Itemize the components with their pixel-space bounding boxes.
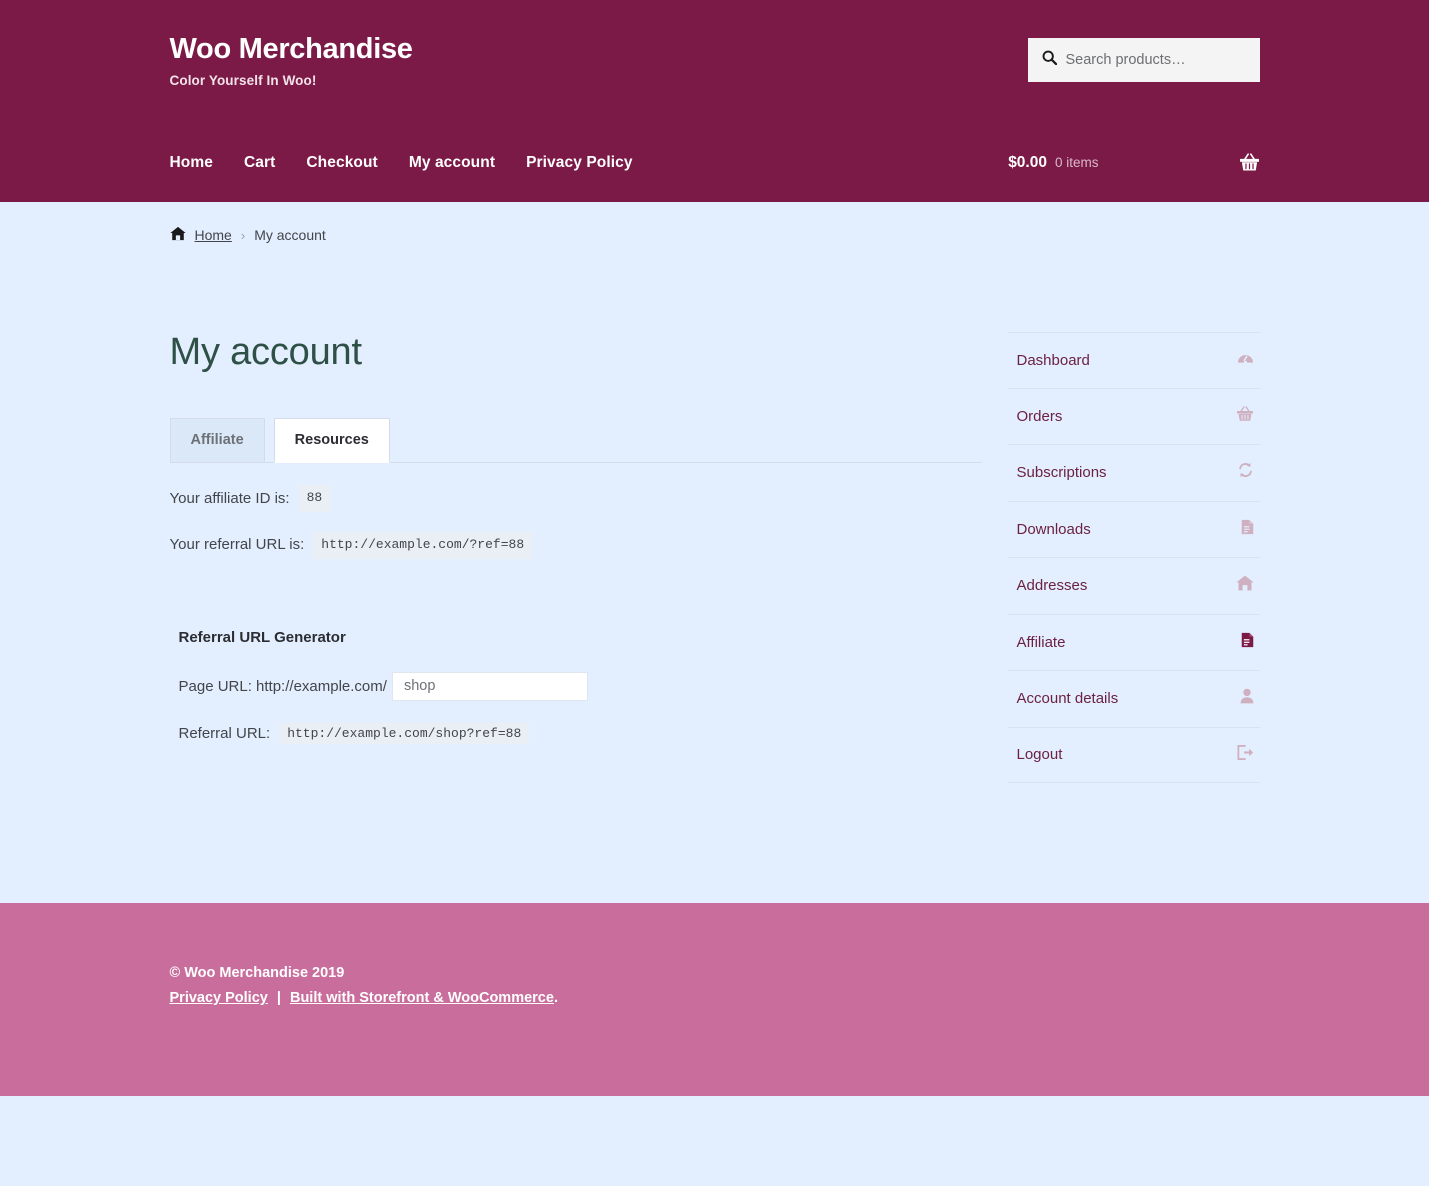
sidebar-item-label: Addresses [1016,577,1088,594]
sidebar-item-label: Logout [1016,746,1063,763]
sidebar-item-label: Affiliate [1016,633,1066,651]
footer-separator: | [276,990,281,1006]
breadcrumb-separator: › [240,227,246,243]
referral-url-row: Your referral URL is: http://example.com… [169,531,982,559]
search-input[interactable] [1065,52,1246,68]
site-description: Color Yourself In Woo! [169,72,317,88]
refresh-icon [1237,462,1254,484]
breadcrumb-current: My account [254,227,326,243]
sidebar-item-account-details[interactable]: Account details [1007,671,1260,728]
affiliate-id-row: Your affiliate ID is: 88 [170,485,982,512]
sidebar-item-label: Orders [1016,407,1063,425]
account-main-column: My account Affiliate Resources Your affi… [169,331,982,766]
sidebar-item-label: Downloads [1016,520,1091,538]
affiliate-id-value: 88 [298,485,331,512]
account-navigation: Dashboard Orders Subscriptions Downloads… [1007,332,1260,783]
site-header: Woo Merchandise Color Yourself In Woo! H… [0,0,1429,202]
sidebar-item-addresses[interactable]: Addresses [1007,558,1260,615]
sidebar-item-downloads[interactable]: Downloads [1007,502,1260,558]
referral-url-label: Your referral URL is: [169,536,305,554]
tab-resources[interactable]: Resources [273,417,390,464]
dashboard-icon [1237,350,1254,371]
sidebar-item-label: Subscriptions [1016,464,1107,481]
site-branding: Woo Merchandise Color Yourself In Woo! [169,33,413,88]
basket-icon [1236,405,1254,428]
sidebar-item-affiliate[interactable]: Affiliate [1007,615,1260,671]
product-search-form[interactable] [1027,38,1260,82]
file-text-icon [1241,632,1254,654]
sidebar-item-orders[interactable]: Orders [1007,389,1260,445]
content-area: Home › My account My account Affiliate R… [0,202,1429,903]
account-sidebar: Dashboard Orders Subscriptions Downloads… [1007,332,1260,783]
footer-links: Privacy Policy | Built with Storefront &… [170,990,1260,1006]
tab-affiliate[interactable]: Affiliate [169,417,265,464]
sidebar-item-subscriptions[interactable]: Subscriptions [1007,445,1260,502]
site-footer: © Woo Merchandise 2019 Privacy Policy | … [0,903,1429,1096]
sidebar-item-label: Dashboard [1016,351,1090,369]
generated-referral-url-label: Referral URL: [178,724,271,742]
referral-url-value: http://example.com/?ref=88 [313,531,533,559]
resources-tab-panel: Your affiliate ID is: 88 Your referral U… [170,463,982,744]
sidebar-item-logout[interactable]: Logout [1007,728,1260,783]
sidebar-item-label: Account details [1016,690,1119,707]
home-icon [1235,575,1254,597]
page-title: My account [169,331,363,373]
home-icon [169,226,186,244]
user-icon [1240,688,1254,710]
page-url-input[interactable] [391,671,588,701]
affiliate-id-label: Your affiliate ID is: [169,489,290,507]
document-download-icon [1241,519,1254,541]
breadcrumb-home-link[interactable]: Home [195,227,232,243]
footer-privacy-policy-link[interactable]: Privacy Policy [170,990,268,1006]
affiliate-tabs: Affiliate Resources [169,417,982,464]
footer-built-with-link[interactable]: Built with Storefront & WooCommerce [290,990,554,1006]
site-title[interactable]: Woo Merchandise [170,33,413,66]
logout-icon [1236,744,1254,766]
generated-referral-url-row: Referral URL: http://example.com/shop?re… [170,722,982,744]
footer-trailing-period: . [553,990,558,1006]
footer-copyright: © Woo Merchandise 2019 [169,965,345,981]
generated-referral-url-value: http://example.com/shop?ref=88 [279,722,530,744]
sidebar-item-dashboard[interactable]: Dashboard [1007,333,1260,389]
page-url-label: Page URL: http://example.com/ [178,677,387,695]
referral-url-generator-heading: Referral URL Generator [178,628,346,646]
page-url-row: Page URL: http://example.com/ [170,671,982,701]
breadcrumb: Home › My account [169,226,1260,244]
search-icon [1042,50,1057,70]
